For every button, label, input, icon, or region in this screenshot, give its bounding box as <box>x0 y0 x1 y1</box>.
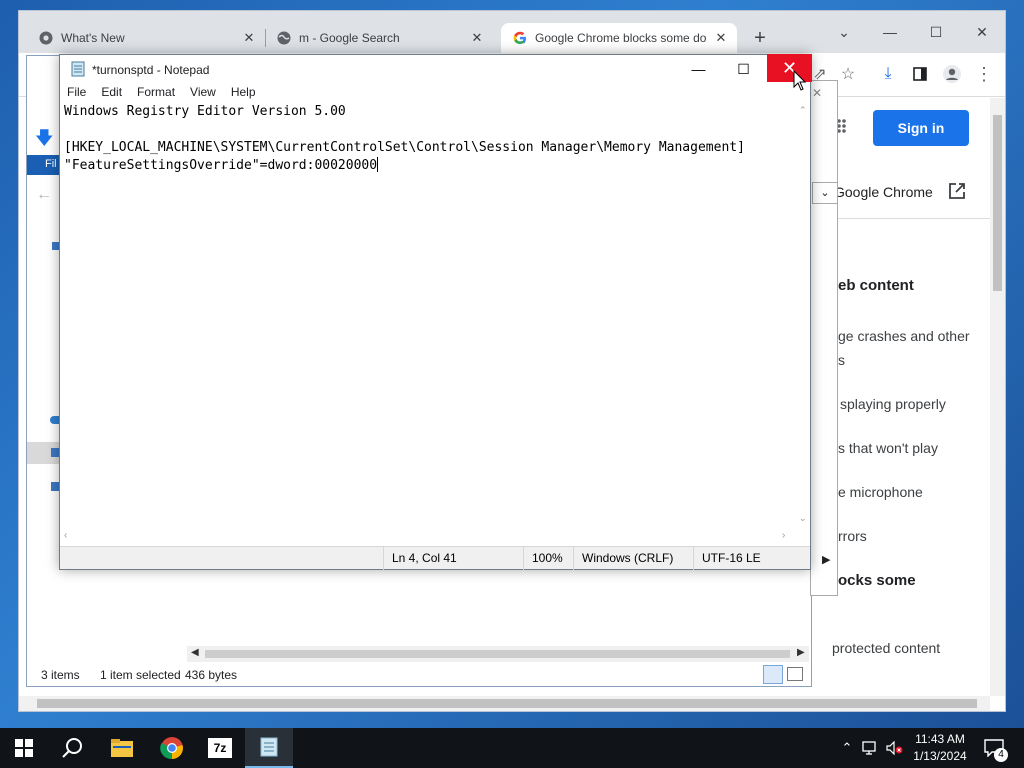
status-encoding: UTF-16 LE <box>693 547 810 570</box>
scroll-down-icon[interactable]: ⌄ <box>799 513 807 524</box>
product-title: Google Chrome <box>834 184 933 200</box>
scroll-right-arrow-icon[interactable]: ▶ <box>822 553 830 566</box>
explorer-file-tab[interactable]: Fil <box>27 155 60 175</box>
file-explorer-icon[interactable] <box>98 728 146 768</box>
menu-view[interactable]: View <box>183 85 224 103</box>
text-line-with-caret: "FeatureSettingsOverride"=dword:00020000 <box>64 157 796 175</box>
status-selected: 1 item selected <box>100 668 181 682</box>
chrome-favicon-icon <box>39 31 53 45</box>
scroll-right-icon[interactable]: › <box>782 530 785 541</box>
notepad-icon[interactable] <box>245 728 293 768</box>
scroll-left-icon[interactable]: ◀ <box>191 647 199 658</box>
text-line: "FeatureSettingsOverride"=dword:00020000 <box>64 158 378 173</box>
profile-avatar[interactable] <box>940 62 964 86</box>
nav-pane-selected-item[interactable] <box>27 442 60 464</box>
open-external-icon[interactable] <box>948 182 966 200</box>
windows-start-icon[interactable] <box>0 728 48 768</box>
scroll-left-icon[interactable]: ‹ <box>64 530 67 541</box>
notepad-status-bar: Ln 4, Col 41 100% Windows (CRLF) UTF-16 … <box>60 546 810 570</box>
status-item-count: 3 items <box>41 668 80 682</box>
tray-chevron-icon[interactable]: ⌃ <box>838 728 856 768</box>
status-cursor-position: Ln 4, Col 41 <box>383 547 523 570</box>
tab-title: m - Google Search <box>299 31 400 45</box>
side-panel-icon[interactable] <box>908 62 932 86</box>
status-zoom: 100% <box>523 547 573 570</box>
clock-date: 1/13/2024 <box>913 749 967 763</box>
chrome-menu-icon[interactable]: ⋮ <box>972 62 996 86</box>
bookmark-star-icon[interactable]: ☆ <box>836 62 860 86</box>
search-icon[interactable] <box>48 728 96 768</box>
tab-google-search[interactable]: m - Google Search ✕ <box>257 23 493 53</box>
chrome-icon[interactable] <box>148 728 196 768</box>
explorer-back-icon[interactable]: ← <box>36 186 52 204</box>
text-line: [HKEY_LOCAL_MACHINE\SYSTEM\CurrentContro… <box>64 140 745 155</box>
explorer-hscroll-thumb[interactable] <box>205 650 790 658</box>
menu-help[interactable]: Help <box>224 85 264 103</box>
chrome-maximize-button[interactable]: ☐ <box>913 17 959 47</box>
help-item[interactable]: eb content <box>838 277 914 294</box>
notepad-menubar: File Edit Format View Help <box>60 85 810 103</box>
notepad-icon <box>70 61 86 80</box>
help-item[interactable]: splaying properly <box>840 396 946 412</box>
notepad-maximize-button[interactable]: ☐ <box>721 55 766 83</box>
scroll-right-icon[interactable]: ▶ <box>797 647 805 658</box>
status-size: 436 bytes <box>185 668 238 682</box>
scroll-up-icon[interactable]: ⌃ <box>799 105 807 116</box>
tab-close-icon[interactable]: ✕ <box>467 30 487 46</box>
help-item[interactable]: protected content <box>832 640 940 656</box>
google-g-icon <box>513 31 527 45</box>
text-caret <box>377 157 379 172</box>
apps-grid-icon[interactable] <box>836 118 852 134</box>
notepad-minimize-button[interactable]: — <box>676 55 721 83</box>
clock-time: 11:43 AM <box>915 732 965 746</box>
7zip-label: 7z <box>208 738 232 758</box>
page-hscroll-thumb[interactable] <box>37 699 977 708</box>
text-line <box>64 121 796 139</box>
mouse-pointer-icon <box>793 69 807 95</box>
help-item[interactable]: e microphone <box>838 484 923 500</box>
tab-close-icon[interactable]: ✕ <box>239 30 259 46</box>
tab-title: What's New <box>61 31 125 45</box>
explorer-status-bar: 3 items 1 item selected 436 bytes <box>27 664 811 686</box>
tab-search-icon[interactable]: ⌄ <box>821 17 867 47</box>
background-dialog-frame <box>810 80 838 596</box>
text-line: Windows Registry Editor Version 5.00 <box>64 104 346 119</box>
help-item[interactable]: ge crashes and other <box>838 328 970 344</box>
page-scroll-thumb[interactable] <box>993 115 1002 291</box>
help-item[interactable]: s <box>838 352 845 368</box>
globe-icon <box>277 31 291 45</box>
notepad-horizontal-scrollbar[interactable]: ‹ › <box>60 530 796 544</box>
new-tab-button[interactable]: + <box>747 25 773 51</box>
sign-in-button[interactable]: Sign in <box>873 110 969 146</box>
network-icon[interactable] <box>860 728 882 768</box>
notification-center-icon[interactable]: 4 <box>980 728 1008 768</box>
taskbar-clock[interactable]: 11:43 AM 1/13/2024 <box>905 731 975 765</box>
volume-muted-icon[interactable] <box>884 728 906 768</box>
dialog-close-icon[interactable]: ✕ <box>812 86 822 100</box>
details-view-icon[interactable] <box>763 665 783 684</box>
download-icon[interactable]: ⤓ <box>876 62 900 86</box>
menu-format[interactable]: Format <box>130 85 183 103</box>
explorer-download-icon[interactable]: 🡇 <box>35 126 54 156</box>
large-icons-view-icon[interactable] <box>787 667 803 681</box>
menu-file[interactable]: File <box>60 85 94 103</box>
chrome-close-button[interactable]: ✕ <box>959 17 1005 47</box>
divider <box>838 218 990 219</box>
tab-chrome-blocks[interactable]: Google Chrome blocks some do ✕ <box>501 23 737 53</box>
chrome-minimize-button[interactable]: — <box>867 17 913 47</box>
tab-whats-new[interactable]: What's New ✕ <box>19 23 265 53</box>
tab-close-icon[interactable]: ✕ <box>711 30 731 46</box>
notepad-text-area[interactable]: Windows Registry Editor Version 5.00 [HKE… <box>60 103 796 530</box>
notepad-vertical-scrollbar[interactable]: ⌃ ⌄ <box>796 103 810 530</box>
tab-title: Google Chrome blocks some do <box>535 31 707 45</box>
menu-edit[interactable]: Edit <box>94 85 130 103</box>
notepad-title: *turnonsptd - Notepad <box>92 63 210 77</box>
status-line-ending: Windows (CRLF) <box>573 547 693 570</box>
notification-count-badge: 4 <box>994 748 1008 762</box>
help-item[interactable]: rrors <box>838 528 867 544</box>
7zip-icon[interactable]: 7z <box>196 728 244 768</box>
help-item[interactable]: ocks some <box>838 572 916 589</box>
dropdown-chevron-icon[interactable]: ⌄ <box>812 182 838 204</box>
help-item[interactable]: s that won't play <box>838 440 938 456</box>
